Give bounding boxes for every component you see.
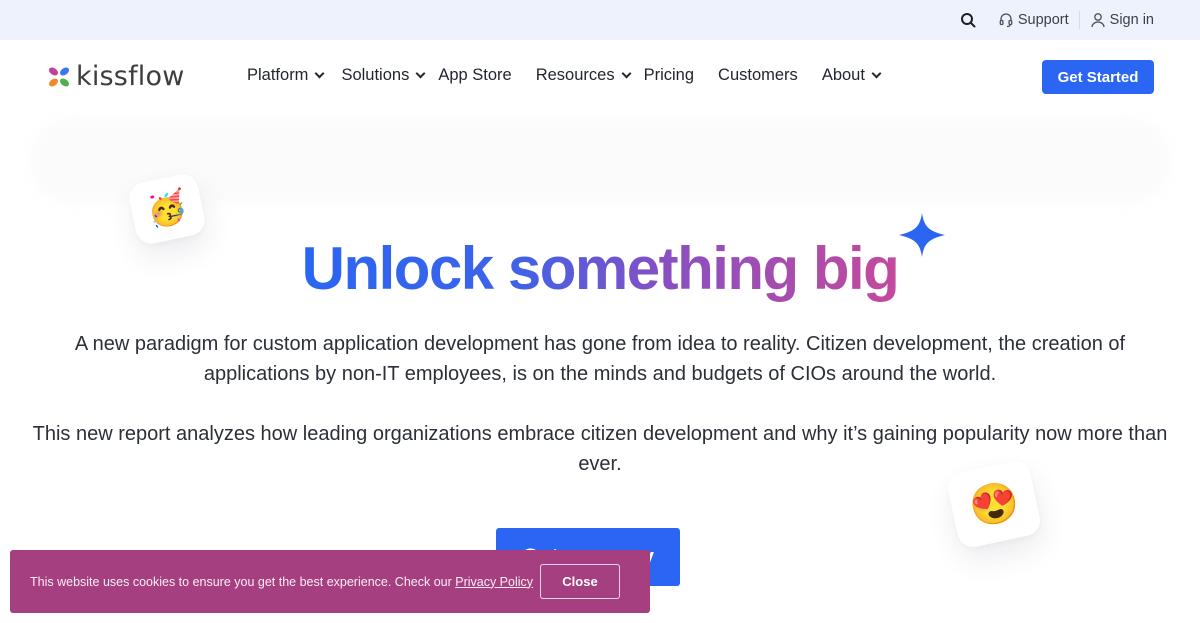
nav-label: Resources — [535, 66, 615, 84]
sign-in-link[interactable]: Sign in — [1090, 12, 1154, 28]
get-started-button[interactable]: Get Started — [1042, 60, 1154, 94]
nav-label: Customers — [718, 66, 798, 84]
nav-item-pricing[interactable]: Pricing — [644, 66, 694, 85]
nav-item-solutions[interactable]: Solutions — [341, 66, 426, 85]
utility-bar: Support Sign in — [0, 0, 1200, 40]
sign-in-label: Sign in — [1109, 12, 1154, 28]
support-label: Support — [1017, 12, 1069, 28]
nav-label: App Store — [438, 66, 512, 84]
hero-title: Unlock something big — [0, 230, 1200, 308]
support-link[interactable]: Support — [998, 12, 1069, 28]
chevron-down-icon — [314, 68, 325, 79]
hero-background-glow — [30, 118, 1170, 203]
cookie-banner: This website uses cookies to ensure you … — [10, 550, 650, 613]
cookie-text: This website uses cookies to ensure you … — [30, 575, 533, 589]
user-icon — [1091, 13, 1105, 28]
nav-item-customers[interactable]: Customers — [718, 66, 798, 85]
nav-item-app-store[interactable]: App Store — [438, 66, 511, 85]
search-button[interactable] — [960, 12, 976, 28]
search-icon — [960, 13, 976, 28]
nav-label: Pricing — [643, 66, 695, 84]
kissflow-logo-icon — [48, 67, 70, 86]
privacy-policy-link[interactable]: Privacy Policy — [455, 575, 533, 589]
hero-paragraph-1: A new paradigm for custom application de… — [74, 333, 1126, 385]
nav-links: Platform Solutions App Store Resources P… — [247, 66, 882, 85]
nav-label: Solutions — [341, 66, 410, 84]
chevron-down-icon — [415, 68, 426, 79]
party-face-icon: 🥳 — [143, 187, 191, 231]
utility-divider — [1078, 11, 1080, 29]
chevron-down-icon — [871, 68, 882, 79]
nav-item-platform[interactable]: Platform — [247, 66, 325, 85]
logo-text: kissflow — [76, 61, 185, 92]
heart-eyes-emoji-card: 😍 — [945, 458, 1043, 550]
main-navigation: kissflow Platform Solutions App Store Re… — [0, 40, 1200, 114]
headset-icon — [999, 13, 1013, 28]
nav-item-resources[interactable]: Resources — [535, 66, 632, 85]
cookie-message: This website uses cookies to ensure you … — [30, 574, 456, 589]
nav-item-about[interactable]: About — [821, 66, 882, 85]
nav-label: About — [821, 66, 865, 84]
chevron-down-icon — [621, 68, 632, 79]
nav-label: Platform — [247, 66, 309, 84]
heart-eyes-face-icon: 😍 — [965, 477, 1024, 532]
cookie-close-button[interactable]: Close — [540, 564, 620, 599]
hero-title-text: Unlock something big — [301, 235, 900, 302]
kissflow-logo[interactable]: kissflow — [47, 61, 184, 92]
